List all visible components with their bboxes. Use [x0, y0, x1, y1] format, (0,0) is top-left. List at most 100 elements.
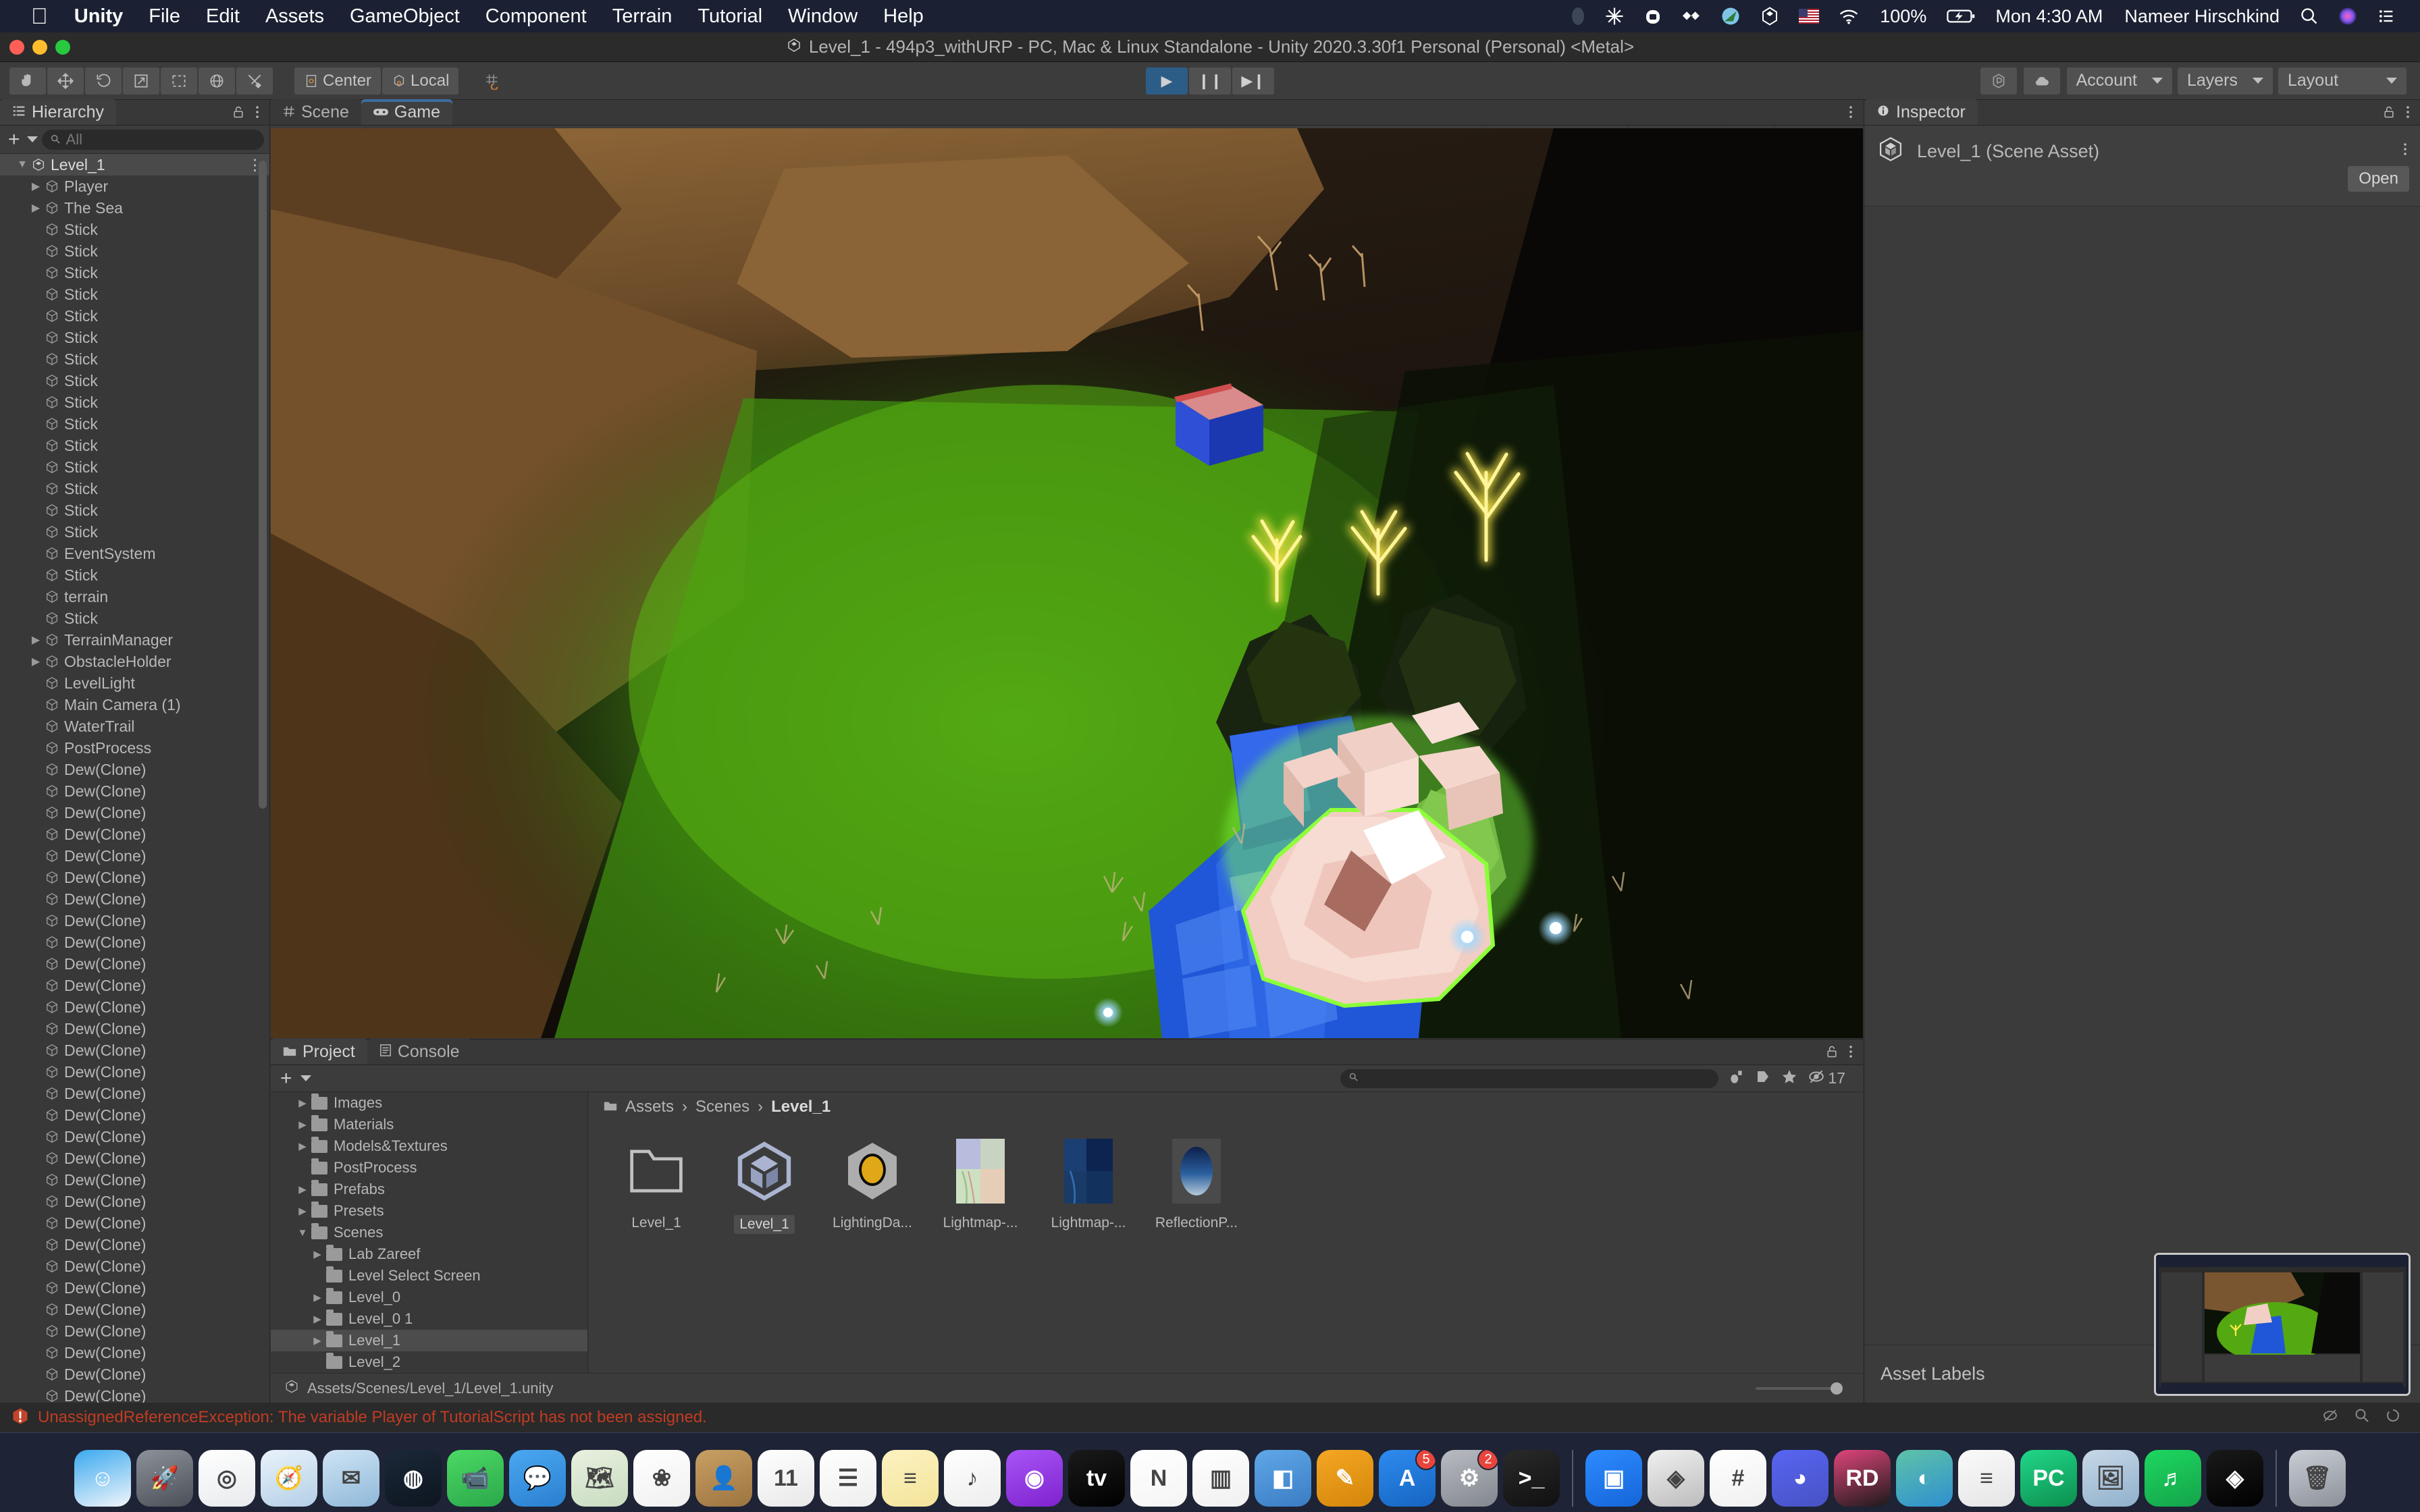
dock-icon-facetime[interactable]: 📹 — [447, 1450, 504, 1507]
object-filter-icon[interactable] — [1728, 1068, 1745, 1089]
chevron-right-icon[interactable]: ▶ — [309, 1313, 326, 1325]
asset-item[interactable]: LightingDa... — [825, 1134, 920, 1234]
hierarchy-item[interactable]: ▶EventSystem — [0, 543, 269, 564]
hierarchy-item[interactable]: ▶ The Sea — [0, 197, 269, 219]
hierarchy-item[interactable]: ▶Dew(Clone) — [0, 910, 269, 932]
dock-icon-calendar[interactable]: 11 — [758, 1450, 814, 1507]
hierarchy-item[interactable]: ▶Dew(Clone) — [0, 1320, 269, 1342]
hierarchy-item[interactable]: ▶Dew(Clone) — [0, 1342, 269, 1364]
hierarchy-item[interactable]: ▶Stick — [0, 219, 269, 240]
dock-icon-maps[interactable]: 🗺 — [571, 1450, 628, 1507]
user-name[interactable]: Nameer Hirschkind — [2113, 6, 2290, 27]
dock-icon-steam[interactable]: ◍ — [385, 1450, 442, 1507]
dock-icon-photos[interactable]: ❀ — [633, 1450, 690, 1507]
screen-recording-preview[interactable] — [2154, 1253, 2411, 1396]
hierarchy-item[interactable]: ▶Dew(Clone) — [0, 802, 269, 824]
dock-icon-appletv[interactable]: tv — [1068, 1450, 1125, 1507]
lock-icon[interactable] — [1825, 1044, 1839, 1064]
tab-inspector[interactable]: Inspector — [1864, 99, 1978, 125]
custom-editor-tool[interactable] — [236, 67, 273, 94]
hierarchy-item[interactable]: ▶Stick — [0, 262, 269, 284]
tab-scene[interactable]: Scene — [271, 99, 361, 125]
hierarchy-item[interactable]: ▶Dew(Clone) — [0, 975, 269, 996]
play-button[interactable]: ▶ — [1146, 67, 1188, 94]
kebab-menu-icon[interactable] — [255, 104, 260, 125]
hierarchy-item[interactable]: ▶Dew(Clone) — [0, 953, 269, 975]
dock-icon-notes[interactable]: ≡ — [882, 1450, 939, 1507]
unity-hub-icon[interactable] — [1750, 6, 1789, 26]
hierarchy-item[interactable]: ▶Dew(Clone) — [0, 759, 269, 780]
project-folder-item[interactable]: ▶ Level_0 — [271, 1287, 587, 1308]
dock-icon-notes-2[interactable]: ≡ — [1958, 1450, 2015, 1507]
hierarchy-item[interactable]: ▶Dew(Clone) — [0, 1191, 269, 1212]
chevron-right-icon[interactable]: ▶ — [309, 1334, 326, 1347]
chevron-right-icon[interactable]: ▶ — [28, 180, 43, 193]
project-folder-item[interactable]: ▶ Materials — [271, 1114, 587, 1135]
dock-icon-pycharm[interactable]: PC — [2020, 1450, 2077, 1507]
search-icon[interactable] — [2290, 7, 2328, 26]
asset-item[interactable]: Lightmap-... — [933, 1134, 1028, 1234]
hierarchy-item[interactable]: ▶Dew(Clone) — [0, 1299, 269, 1320]
open-scene-button[interactable]: Open — [2348, 166, 2409, 192]
rect-tool[interactable] — [161, 67, 197, 94]
chevron-right-icon[interactable]: ▶ — [294, 1140, 311, 1152]
eye-off-icon[interactable] — [2321, 1409, 2339, 1426]
hierarchy-item[interactable]: ▶ ObstacleHolder — [0, 651, 269, 672]
menu-tutorial[interactable]: Tutorial — [685, 5, 775, 28]
video-icon[interactable] — [1634, 6, 1672, 26]
hierarchy-item[interactable]: ▶Stick — [0, 456, 269, 478]
create-asset-button[interactable]: + — [278, 1067, 295, 1090]
layout-dropdown[interactable]: Layout — [2278, 67, 2406, 94]
dock-icon-numbers[interactable]: ▥ — [1192, 1450, 1249, 1507]
ellipse-icon[interactable] — [1561, 6, 1595, 26]
chevron-right-icon[interactable]: ▶ — [28, 633, 43, 647]
layers-dropdown[interactable]: Layers — [2177, 67, 2273, 94]
hierarchy-item[interactable]: ▶Dew(Clone) — [0, 1061, 269, 1083]
dock-icon-launchpad[interactable]: 🚀 — [136, 1450, 193, 1507]
dock-icon-zoom[interactable]: ▣ — [1585, 1450, 1642, 1507]
minimize-window-button[interactable] — [32, 40, 47, 55]
hierarchy-item[interactable]: ▶Stick — [0, 348, 269, 370]
hierarchy-item[interactable]: ▶Dew(Clone) — [0, 845, 269, 867]
cloud-icon[interactable] — [2023, 67, 2060, 94]
hierarchy-item[interactable]: ▶Dew(Clone) — [0, 1385, 269, 1403]
chevron-right-icon[interactable]: ▶ — [309, 1248, 326, 1260]
hierarchy-item[interactable]: ▶Dew(Clone) — [0, 1104, 269, 1126]
hierarchy-item[interactable]: ▶Dew(Clone) — [0, 932, 269, 953]
dock-icon-pages[interactable]: ✎ — [1317, 1450, 1373, 1507]
game-render-canvas[interactable] — [271, 128, 1863, 1038]
hierarchy-item[interactable]: ▶Dew(Clone) — [0, 1277, 269, 1299]
dock-icon-rider[interactable]: RD — [1834, 1450, 1891, 1507]
hierarchy-item[interactable]: ▶LevelLight — [0, 672, 269, 694]
project-folder-item[interactable]: ▶ Prefabs — [271, 1179, 587, 1200]
hierarchy-item[interactable]: ▶Dew(Clone) — [0, 824, 269, 845]
lock-icon[interactable] — [2382, 105, 2396, 124]
project-folder-item[interactable]: ▶ Lab Zareef — [271, 1243, 587, 1265]
hierarchy-search-input[interactable]: All — [41, 129, 264, 150]
dock-icon-appstore[interactable]: A5 — [1379, 1450, 1436, 1507]
hierarchy-item[interactable]: ▶Stick — [0, 327, 269, 348]
hierarchy-item[interactable]: ▼ Level_1 ⋮ — [0, 154, 269, 176]
hierarchy-item[interactable]: ▶ Player — [0, 176, 269, 197]
hierarchy-item[interactable]: ▶PostProcess — [0, 737, 269, 759]
menu-component[interactable]: Component — [473, 5, 600, 28]
apple-logo-icon[interactable]:  — [18, 3, 61, 29]
menu-gameobject[interactable]: GameObject — [337, 5, 473, 28]
hierarchy-item[interactable]: ▶Stick — [0, 392, 269, 413]
dock-icon-reminders[interactable]: ☰ — [820, 1450, 876, 1507]
hierarchy-item[interactable]: ▶Stick — [0, 284, 269, 305]
hierarchy-item[interactable]: ▶Stick — [0, 478, 269, 500]
hierarchy-item[interactable]: ▶Dew(Clone) — [0, 1040, 269, 1061]
chevron-right-icon[interactable]: ▶ — [294, 1183, 311, 1195]
window-traffic-lights[interactable] — [9, 32, 70, 62]
eye-off-icon[interactable] — [1808, 1069, 1825, 1088]
scale-tool[interactable] — [123, 67, 159, 94]
dock-icon-keynote[interactable]: ◧ — [1255, 1450, 1311, 1507]
project-folder-tree[interactable]: ▶Images▶Materials▶Models&Textures▶PostPr… — [271, 1092, 588, 1373]
breadcrumb-scenes[interactable]: Scenes — [695, 1098, 749, 1116]
grid-snap-icon[interactable] — [475, 67, 512, 94]
dock-icon-slack[interactable]: # — [1710, 1450, 1766, 1507]
hierarchy-item[interactable]: ▶Dew(Clone) — [0, 1212, 269, 1234]
hierarchy-tree[interactable]: ▼Level_1⋮▶Player▶The Sea▶Stick▶Stick▶Sti… — [0, 154, 269, 1403]
collab-icon[interactable] — [1980, 67, 2017, 94]
